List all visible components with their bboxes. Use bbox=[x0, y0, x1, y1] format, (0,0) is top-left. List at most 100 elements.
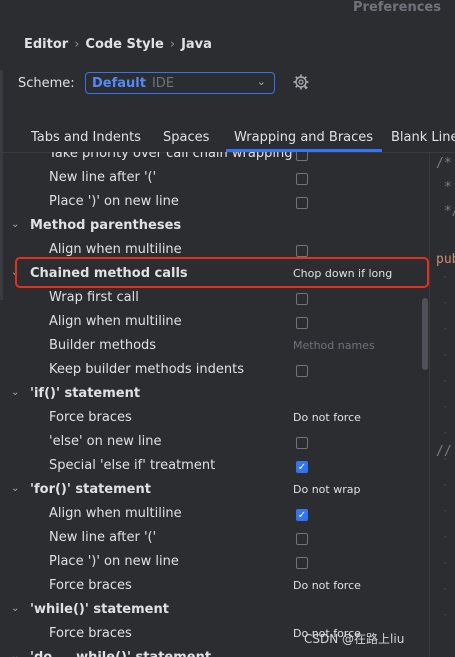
breadcrumb-java: Java bbox=[181, 37, 212, 52]
whitespace-marker: · bbox=[442, 428, 449, 439]
watermark: CSDN @在路上liu bbox=[304, 632, 405, 646]
scheme-label: Scheme: bbox=[18, 76, 75, 91]
code-line: pub bbox=[436, 252, 455, 267]
option-group-row[interactable]: ⌄ 'do ... while()' statement bbox=[8, 647, 428, 657]
whitespace-marker: · bbox=[442, 610, 449, 621]
code-line: * bbox=[436, 180, 452, 195]
options-tree: Take priority over call chain wrapping Ne… bbox=[8, 152, 428, 657]
breadcrumb-separator: › bbox=[74, 37, 80, 52]
whitespace-marker: · bbox=[442, 272, 449, 283]
option-label: Place ')' on new line bbox=[49, 554, 179, 569]
option-label: 'else' on new line bbox=[49, 434, 162, 449]
option-row[interactable]: Take priority over call chain wrapping bbox=[8, 152, 428, 167]
option-group-row[interactable]: ⌄ 'if()' statement bbox=[8, 383, 428, 407]
whitespace-marker: · bbox=[442, 558, 449, 569]
chevron-down-icon[interactable]: ⌄ bbox=[11, 484, 21, 494]
whitespace-marker: · bbox=[442, 376, 449, 387]
option-row[interactable]: Special 'else if' treatment ✓ bbox=[8, 455, 428, 479]
option-checkbox[interactable] bbox=[296, 317, 308, 329]
whitespace-marker: · bbox=[442, 584, 449, 595]
option-checkbox[interactable]: ✓ bbox=[296, 509, 308, 521]
option-group-row[interactable]: ⌄ 'while()' statement bbox=[8, 599, 428, 623]
option-row[interactable]: Align when multiline ✓ bbox=[8, 503, 428, 527]
whitespace-marker: · bbox=[442, 324, 449, 335]
option-row[interactable]: New line after '(' bbox=[8, 527, 428, 551]
option-row[interactable]: Align when multiline bbox=[8, 311, 428, 335]
tab-tabs-and-indents[interactable]: Tabs and Indents bbox=[31, 130, 141, 145]
breadcrumb: Editor › Code Style › Java bbox=[24, 37, 212, 52]
option-label: Force braces bbox=[49, 410, 132, 425]
tab-spaces[interactable]: Spaces bbox=[163, 130, 209, 145]
whitespace-marker: · bbox=[442, 350, 449, 361]
option-checkbox[interactable] bbox=[296, 557, 308, 569]
option-label: Align when multiline bbox=[49, 314, 182, 329]
option-label: Special 'else if' treatment bbox=[49, 458, 216, 473]
option-row[interactable]: Wrap first call bbox=[8, 287, 428, 311]
chevron-down-icon[interactable]: ⌄ bbox=[11, 388, 21, 398]
option-label: Force braces bbox=[49, 626, 132, 641]
option-row[interactable]: Force braces Do not force bbox=[8, 575, 428, 599]
option-checkbox[interactable] bbox=[296, 533, 308, 545]
option-label: 'while()' statement bbox=[30, 602, 169, 617]
option-checkbox[interactable] bbox=[296, 365, 308, 377]
option-label: Wrap first call bbox=[49, 290, 139, 305]
scheme-value: Default bbox=[92, 75, 146, 91]
whitespace-marker: · bbox=[442, 480, 449, 491]
option-label: New line after '(' bbox=[49, 170, 157, 185]
option-label: Builder methods bbox=[49, 338, 157, 353]
option-checkbox[interactable] bbox=[296, 245, 308, 257]
tab-blank-lines[interactable]: Blank Lines bbox=[391, 130, 455, 145]
breadcrumb-separator: › bbox=[169, 37, 176, 52]
option-row[interactable]: Keep builder methods indents bbox=[8, 359, 428, 383]
option-group-row[interactable]: ⌄ 'for()' statement Do not wrap bbox=[8, 479, 428, 503]
option-checkbox[interactable] bbox=[296, 197, 308, 209]
chevron-down-icon[interactable]: ⌄ bbox=[11, 220, 21, 230]
tab-bar: Tabs and Indents Spaces Wrapping and Bra… bbox=[0, 126, 455, 153]
code-line: */ bbox=[443, 204, 455, 219]
option-label: Place ')' on new line bbox=[49, 194, 179, 209]
option-row[interactable]: Force braces Do not force bbox=[8, 407, 428, 431]
scheme-sub: IDE bbox=[151, 75, 175, 91]
whitespace-marker: · bbox=[442, 506, 449, 517]
option-checkbox[interactable] bbox=[296, 293, 308, 305]
scheme-dropdown[interactable]: Default IDE ⌄ bbox=[85, 72, 275, 94]
whitespace-marker: · bbox=[442, 532, 449, 543]
option-label: Align when multiline bbox=[49, 506, 182, 521]
tab-wrapping-and-braces[interactable]: Wrapping and Braces bbox=[225, 130, 383, 152]
chevron-down-icon: ⌄ bbox=[256, 75, 266, 88]
option-checkbox[interactable] bbox=[296, 437, 308, 449]
option-label: 'if()' statement bbox=[30, 386, 141, 401]
option-label: Align when multiline bbox=[49, 242, 182, 257]
scrollbar[interactable] bbox=[422, 298, 428, 370]
chevron-down-icon[interactable]: ⌄ bbox=[11, 652, 21, 657]
whitespace-marker: · bbox=[442, 402, 449, 413]
whitespace-marker: · bbox=[442, 298, 449, 309]
breadcrumb-editor[interactable]: Editor bbox=[24, 37, 68, 52]
option-row[interactable]: New line after '(' bbox=[8, 167, 428, 191]
option-label: New line after '(' bbox=[49, 530, 157, 545]
option-row[interactable]: 'else' on new line bbox=[8, 431, 428, 455]
breadcrumb-code-style[interactable]: Code Style bbox=[85, 37, 163, 52]
option-row[interactable]: Place ')' on new line bbox=[8, 191, 428, 215]
option-input[interactable]: Method names bbox=[293, 339, 375, 352]
left-panel-edge bbox=[0, 70, 3, 300]
option-label: 'for()' statement bbox=[30, 482, 151, 497]
option-group-row[interactable]: ⌄ Method parentheses bbox=[8, 215, 428, 239]
option-value-select[interactable]: Do not wrap bbox=[293, 483, 360, 496]
window-title: Preferences bbox=[353, 0, 441, 15]
chevron-down-icon[interactable]: ⌄ bbox=[11, 604, 21, 614]
option-label: 'do ... while()' statement bbox=[30, 650, 211, 657]
option-label: Take priority over call chain wrapping bbox=[49, 152, 293, 161]
option-row[interactable]: Place ')' on new line bbox=[8, 551, 428, 575]
whitespace-marker: · bbox=[442, 454, 449, 465]
option-checkbox[interactable] bbox=[296, 152, 308, 161]
code-line: /* bbox=[436, 156, 452, 171]
option-checkbox[interactable] bbox=[296, 173, 308, 185]
option-value-select[interactable]: Do not force bbox=[293, 579, 361, 592]
option-value-select[interactable]: Do not force bbox=[293, 411, 361, 424]
option-row[interactable]: Builder methods Method names bbox=[8, 335, 428, 359]
code-preview: /* * */pub//·············· bbox=[430, 152, 455, 657]
option-label: Force braces bbox=[49, 578, 132, 593]
option-checkbox[interactable]: ✓ bbox=[296, 461, 308, 473]
gear-icon[interactable] bbox=[293, 74, 309, 90]
